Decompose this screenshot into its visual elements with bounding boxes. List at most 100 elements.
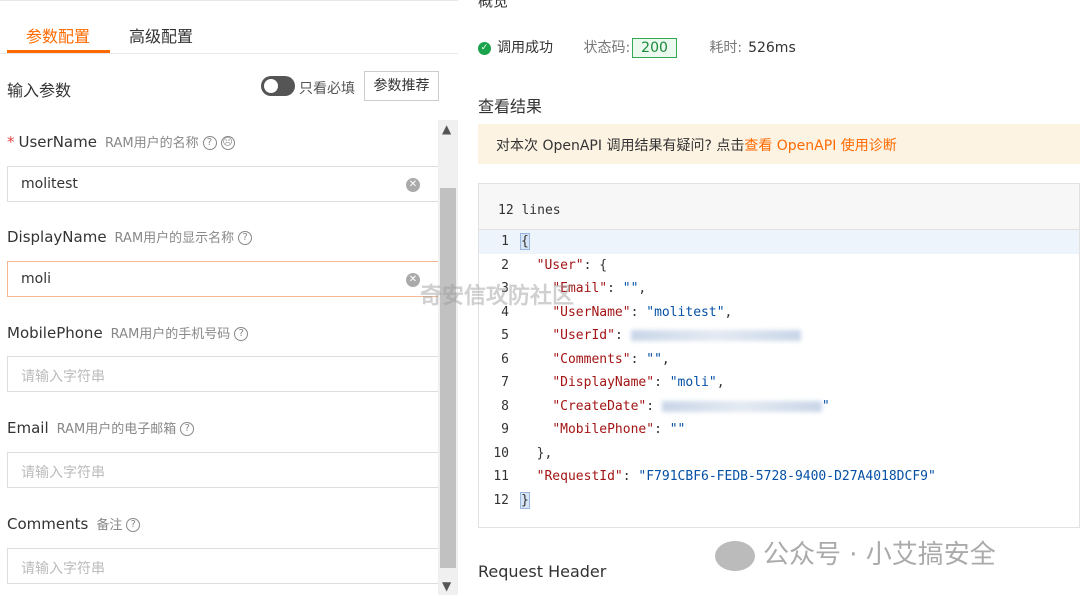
param-list-scrollbar[interactable]: ▲ ▼ bbox=[438, 120, 458, 595]
json-key: "UserId" bbox=[552, 328, 615, 343]
line-number: 9 bbox=[501, 422, 509, 437]
json-value: "" bbox=[622, 281, 639, 296]
code-line: 5 "UserId": bbox=[479, 324, 1079, 348]
scroll-down-icon[interactable]: ▼ bbox=[442, 579, 451, 593]
help-icon[interactable]: ? bbox=[238, 230, 253, 245]
toggle-knob bbox=[264, 79, 278, 93]
feedback-face-icon[interactable]: ☹ bbox=[220, 135, 235, 150]
param-recommend-button[interactable]: 参数推荐 bbox=[364, 71, 439, 101]
json-key: "User" bbox=[536, 257, 584, 273]
parameter-panel: 参数配置 高级配置 输入参数 只看必填 参数推荐 * UserName RAM用户的… bbox=[0, 0, 458, 595]
param-desc: RAM用户的电子邮箱 bbox=[56, 422, 177, 437]
code-line: 10 }, bbox=[479, 442, 1079, 466]
line-number: 5 bbox=[501, 328, 509, 343]
code-line: 2 "User": { bbox=[479, 254, 1079, 278]
param-label-mobilephone: MobilePhone RAM用户的手机号码? bbox=[7, 323, 249, 342]
line-number: 2 bbox=[501, 257, 509, 273]
redacted-value bbox=[630, 330, 801, 341]
tab-advanced-config[interactable]: 高级配置 bbox=[129, 23, 193, 47]
status-code-label: 状态码: bbox=[583, 40, 631, 56]
json-brace: } bbox=[520, 491, 530, 509]
json-value: "" bbox=[669, 422, 686, 437]
param-name: UserName bbox=[18, 133, 97, 151]
username-field[interactable]: molitest ✕ bbox=[7, 166, 439, 202]
status-code-badge: 200 bbox=[632, 38, 677, 58]
watermark-text: 公众号 · 小艾搞安全 bbox=[763, 540, 996, 570]
line-number: 6 bbox=[501, 351, 509, 367]
success-check-icon: ✓ bbox=[478, 41, 491, 55]
json-key: "MobilePhone" bbox=[552, 422, 655, 437]
redacted-value bbox=[661, 400, 822, 412]
code-body[interactable]: 1 { 2 "User": { 3 "Email": "", 4 "UserNa… bbox=[479, 230, 1079, 528]
help-icon[interactable]: ? bbox=[180, 421, 195, 436]
line-number: 1 bbox=[501, 234, 509, 249]
tab-param-config[interactable]: 参数配置 bbox=[26, 23, 90, 47]
json-result-viewer[interactable]: 12 lines 1 { 2 "User": { 3 "Email": "", … bbox=[478, 183, 1080, 528]
json-key: "DisplayName" bbox=[552, 375, 655, 390]
status-line: ✓ 调用成功 状态码: 200 耗时: 526ms bbox=[478, 37, 796, 58]
param-desc: 备注 bbox=[96, 518, 123, 533]
diagnosis-link[interactable]: 查看 OpenAPI 使用诊断 bbox=[744, 138, 896, 154]
input-params-title: 输入参数 bbox=[7, 81, 72, 100]
clear-icon[interactable]: ✕ bbox=[406, 273, 420, 287]
param-name: MobilePhone bbox=[7, 324, 103, 342]
param-label-comments: Comments 备注? bbox=[7, 514, 141, 533]
json-punct: }, bbox=[536, 445, 553, 461]
param-desc: RAM用户的显示名称 bbox=[114, 231, 235, 246]
line-number: 11 bbox=[493, 469, 509, 484]
code-line: 11 "RequestId": "F791CBF6-FEDB-5728-9400… bbox=[479, 465, 1079, 489]
overview-title: 概览 bbox=[478, 0, 509, 10]
required-only-toggle[interactable] bbox=[261, 76, 295, 96]
email-field[interactable]: 请输入字符串 bbox=[7, 452, 439, 488]
active-tab-indicator bbox=[7, 50, 110, 53]
scroll-up-icon[interactable]: ▲ bbox=[442, 122, 451, 136]
param-desc: RAM用户的手机号码 bbox=[110, 327, 231, 342]
param-label-displayname: DisplayName RAM用户的显示名称? bbox=[7, 227, 253, 246]
center-watermark: 奇安信攻防社区 bbox=[420, 284, 575, 309]
code-line: 1 { bbox=[479, 230, 1079, 254]
json-key: "CreateDate" bbox=[552, 398, 647, 414]
wechat-icon bbox=[715, 540, 755, 571]
param-label-username: * UserName RAM用户的名称? ☹ bbox=[7, 132, 235, 151]
code-line: 8 "CreateDate": " bbox=[479, 395, 1079, 419]
mobilephone-field[interactable]: 请输入字符串 bbox=[7, 356, 439, 392]
json-key: "Comments" bbox=[552, 351, 631, 367]
help-icon[interactable]: ? bbox=[202, 135, 217, 150]
line-number: 10 bbox=[493, 445, 509, 461]
clear-icon[interactable]: ✕ bbox=[406, 178, 420, 192]
displayname-field[interactable]: moli ✕ bbox=[7, 261, 439, 297]
comments-field[interactable]: 请输入字符串 bbox=[7, 548, 439, 584]
config-tabs: 参数配置 高级配置 bbox=[0, 0, 458, 54]
line-number: 7 bbox=[501, 375, 509, 390]
view-result-title: 查看结果 bbox=[478, 97, 543, 116]
request-header-title: Request Header bbox=[478, 562, 607, 581]
json-value-end: " bbox=[821, 398, 830, 414]
json-value: "molitest" bbox=[646, 304, 725, 320]
param-name: Comments bbox=[7, 515, 89, 533]
scroll-thumb[interactable] bbox=[440, 188, 456, 568]
username-value: molitest bbox=[21, 176, 78, 192]
param-list: * UserName RAM用户的名称? ☹ molitest ✕ DisplayNa… bbox=[0, 120, 458, 595]
code-line: 6 "Comments": "", bbox=[479, 348, 1079, 372]
json-punct: : { bbox=[583, 257, 608, 273]
param-name: Email bbox=[7, 419, 49, 437]
displayname-value: moli bbox=[21, 271, 51, 287]
code-line: 7 "DisplayName": "moli", bbox=[479, 371, 1079, 395]
diagnosis-notice: 对本次 OpenAPI 调用结果有疑问? 点击查看 OpenAPI 使用诊断 bbox=[478, 124, 1080, 164]
lines-count: 12 lines bbox=[498, 203, 561, 218]
code-line: 9 "MobilePhone": "" bbox=[479, 418, 1079, 442]
line-number: 8 bbox=[501, 398, 509, 414]
call-status: 调用成功 bbox=[497, 40, 553, 56]
json-value: "F791CBF6-FEDB-5728-9400-D27A4018DCF9" bbox=[638, 469, 936, 484]
email-placeholder: 请输入字符串 bbox=[21, 465, 105, 481]
param-desc: RAM用户的名称 bbox=[104, 136, 199, 151]
line-number: 12 bbox=[493, 492, 509, 508]
code-header: 12 lines bbox=[479, 184, 1079, 230]
help-icon[interactable]: ? bbox=[126, 517, 141, 532]
help-icon[interactable]: ? bbox=[234, 326, 249, 341]
notice-text: 对本次 OpenAPI 调用结果有疑问? 点击 bbox=[496, 138, 745, 154]
json-brace: { bbox=[520, 233, 530, 250]
required-only-label: 只看必填 bbox=[299, 81, 355, 97]
elapsed-value: 526ms bbox=[748, 40, 796, 56]
required-marker: * bbox=[7, 133, 15, 151]
